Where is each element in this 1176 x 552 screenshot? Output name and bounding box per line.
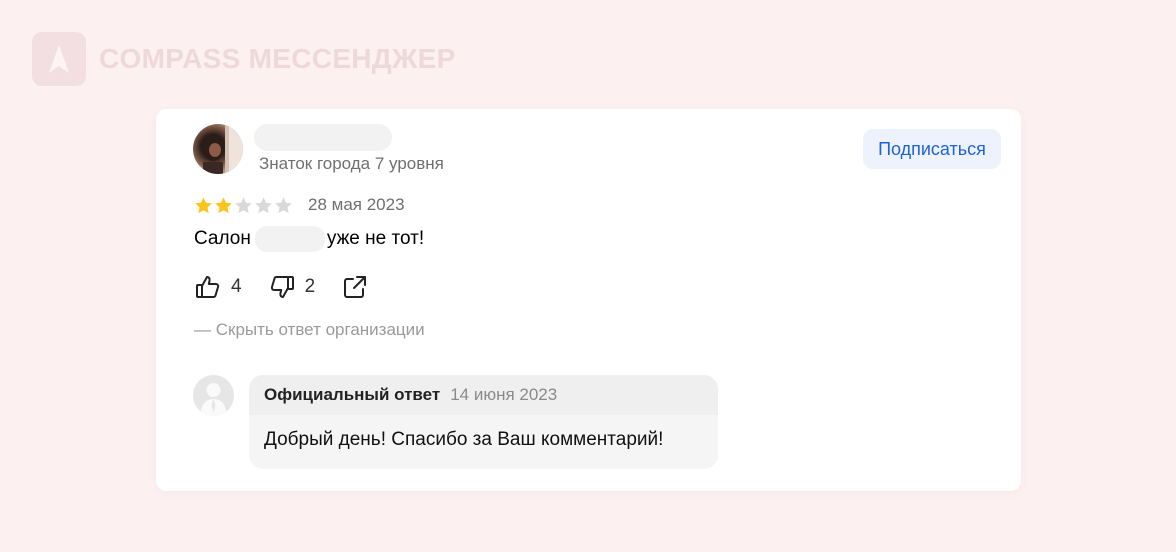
review-text-start: Салон — [194, 228, 251, 249]
author-name-redacted[interactable] — [254, 124, 392, 151]
brand-header: COMPASS МЕССЕНДЖЕР — [32, 32, 456, 86]
review-date: 28 мая 2023 — [308, 195, 405, 214]
star-icon — [235, 196, 252, 213]
review-text-end: уже не тот! — [326, 228, 425, 249]
brand-name: COMPASS МЕССЕНДЖЕР — [99, 43, 456, 74]
star-icon — [275, 196, 292, 213]
org-avatar-icon — [193, 375, 234, 416]
share-button[interactable] — [341, 273, 369, 301]
author-avatar[interactable] — [193, 124, 243, 174]
review-card: Знаток города 7 уровня Подписаться 28 ма… — [156, 109, 1021, 491]
thumbs-up-icon — [196, 276, 220, 298]
review-actions: 4 2 — [194, 273, 395, 301]
star-icon — [195, 196, 212, 213]
rating-row: 28 мая 2023 — [194, 195, 405, 215]
subscribe-button[interactable]: Подписаться — [863, 129, 1001, 169]
org-reply-date: 14 июня 2023 — [450, 385, 558, 404]
org-reply: Официальный ответ 14 июня 2023 Добрый де… — [249, 375, 718, 469]
like-count: 4 — [231, 276, 242, 297]
like-button[interactable]: 4 — [194, 273, 242, 301]
dislike-button[interactable]: 2 — [268, 273, 316, 301]
hide-org-reply-link[interactable]: — Скрыть ответ организации — [194, 320, 425, 340]
review-text: Салон уже не тот! — [194, 226, 424, 252]
salon-name-redacted — [254, 226, 325, 252]
author-badge: Знаток города 7 уровня — [259, 154, 444, 173]
star-icon — [215, 196, 232, 213]
compass-logo-icon — [32, 32, 86, 86]
share-icon — [344, 276, 367, 298]
org-reply-title: Официальный ответ — [264, 385, 441, 404]
org-reply-header: Официальный ответ 14 июня 2023 — [249, 375, 718, 415]
org-reply-text: Добрый день! Спасибо за Ваш комментарий! — [264, 429, 664, 450]
thumbs-down-icon — [270, 276, 294, 298]
dislike-count: 2 — [304, 276, 316, 297]
star-icon — [255, 196, 272, 213]
